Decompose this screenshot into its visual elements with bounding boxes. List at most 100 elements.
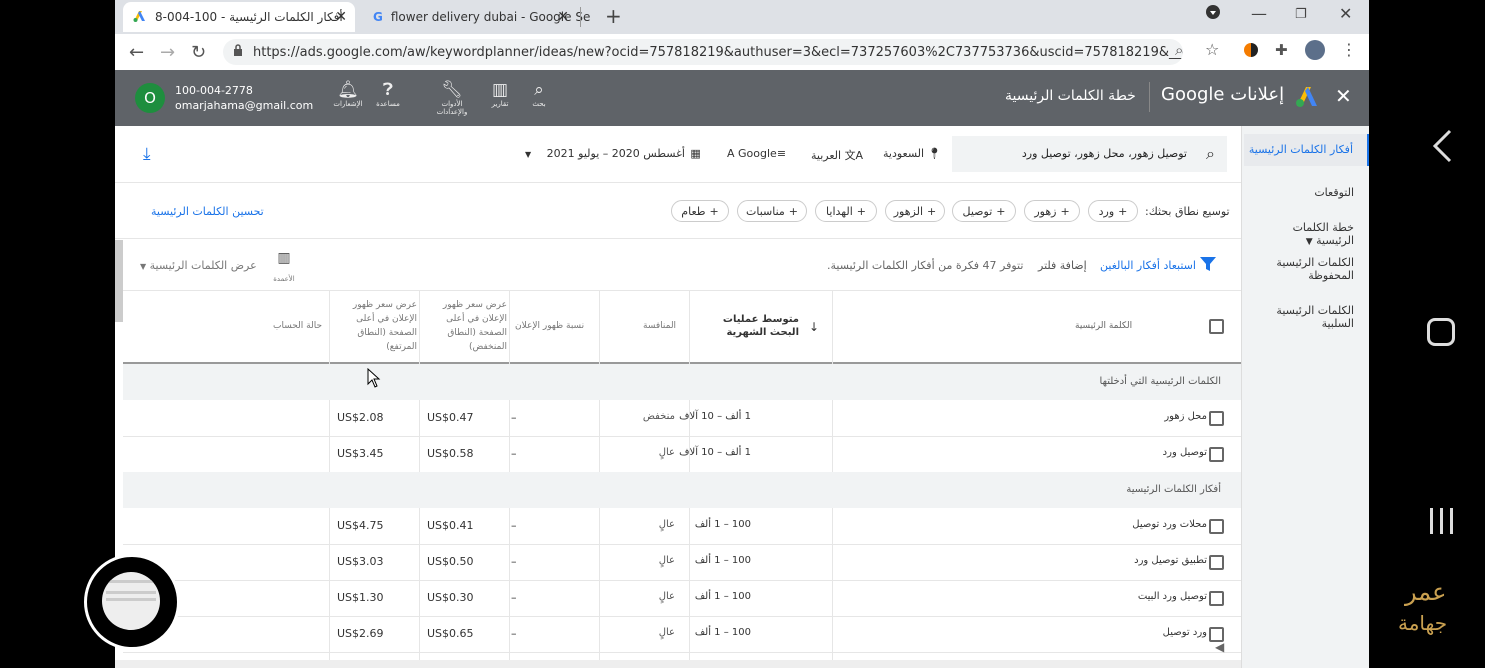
broaden-chip[interactable]: + طعام (671, 200, 729, 222)
col-header-impression-share[interactable]: نسبة ظهور الإعلان (515, 321, 584, 331)
android-recents-icon[interactable] (1427, 506, 1457, 540)
sort-arrow-icon[interactable]: ↓ (809, 320, 819, 334)
searches-cell: 100 – 1 ألف (694, 627, 751, 638)
scroll-left-arrow-icon[interactable]: ◀ (1215, 640, 1224, 654)
row-checkbox[interactable] (1209, 519, 1224, 534)
row-checkbox[interactable] (1209, 591, 1224, 606)
sidebar-item-ideas[interactable]: أفكار الكلمات الرئيسية (1244, 134, 1369, 166)
col-header-bid-high[interactable]: عرض سعر ظهور الإعلان في أعلى الصفحة (الن… (337, 298, 417, 354)
calendar-icon: ▦ (690, 147, 701, 160)
view-keywords-dropdown[interactable]: عرض الكلمات الرئيسية ▼ (140, 259, 257, 272)
column-divider (509, 290, 510, 364)
broaden-chip[interactable]: + ورد (1088, 200, 1138, 222)
close-tab-icon[interactable]: ✕ (557, 9, 569, 25)
refine-keywords-link[interactable]: تحسين الكلمات الرئيسية (151, 205, 264, 218)
menu-kebab-icon[interactable]: ⋮ (1341, 40, 1357, 59)
translate-icon: 文A (844, 149, 864, 162)
table-row[interactable]: توصيل ورد البيت 100 – 1 ألف عالٍ – US$0.… (123, 580, 1241, 616)
horizontal-scrollbar[interactable] (115, 660, 1241, 668)
reload-icon[interactable]: ↻ (191, 42, 206, 63)
bid-high-cell: US$2.69 (337, 627, 384, 640)
columns-button[interactable]: ▥ الأعمدة (273, 250, 295, 285)
section-header: الكلمات الرئيسية التي أدخلتها (123, 364, 1241, 400)
col-header-account-status[interactable]: حالة الحساب (273, 321, 322, 331)
broaden-chip[interactable]: + الزهور (885, 200, 945, 222)
account-avatar[interactable]: O (135, 83, 165, 113)
url-input[interactable]: https://ads.google.com/aw/keywordplanner… (223, 39, 1183, 65)
search-button[interactable]: ⌕ بحث (525, 80, 553, 108)
sidebar-item-saved[interactable]: الكلمات الرئيسية المحفوظة (1254, 256, 1354, 282)
brand-name: إعلانات Google (1161, 84, 1285, 105)
close-planner-icon[interactable]: ✕ (1335, 84, 1352, 108)
bookmark-star-icon[interactable]: ☆ (1205, 40, 1219, 59)
zoom-icon[interactable]: ⌕ (1175, 41, 1183, 59)
sidebar-item-negative[interactable]: الكلمات الرئيسية السلبية (1254, 304, 1354, 330)
media-icon[interactable] (1205, 4, 1221, 24)
location-filter[interactable]: 📍︎ السعودية (883, 147, 942, 160)
add-filter-button[interactable]: إضافة فلتر (1038, 259, 1087, 272)
tools-label: الأدوات والإعدادات (436, 100, 468, 116)
select-all-checkbox[interactable] (1209, 319, 1224, 334)
divider (115, 238, 1241, 239)
sidebar-item-plan[interactable]: خطة الكلمات الرئيسية ▼ (1254, 221, 1354, 249)
col-header-bid-low[interactable]: عرض سعر ظهور الإعلان في أعلى الصفحة (الن… (427, 298, 507, 354)
search-query: توصيل زهور، محل زهور، توصيل ورد (1021, 147, 1187, 160)
bid-high-cell: US$1.30 (337, 591, 384, 604)
broaden-chip[interactable]: + الهدايا (815, 200, 877, 222)
puzzle-icon[interactable]: ✚ (1275, 41, 1288, 59)
date-range-filter[interactable]: ▼ أغسطس 2020 – يوليو 2021 ▦ (525, 147, 701, 160)
back-icon[interactable]: ← (129, 42, 144, 63)
plus-icon: + (1118, 204, 1128, 218)
table-row[interactable]: محل زهور 1 ألف – 10 آلاف منخفض – US$0.47… (123, 400, 1241, 436)
android-back-icon[interactable] (1430, 128, 1454, 168)
download-icon[interactable]: ⤓ (143, 144, 151, 164)
exclude-adult-link[interactable]: استبعاد أفكار البالغين (1100, 259, 1196, 272)
table-row[interactable]: محلات ورد توصيل 100 – 1 ألف عالٍ – US$0.… (123, 508, 1241, 544)
col-header-keyword[interactable]: الكلمة الرئيسية (1075, 321, 1132, 331)
plus-icon: + (709, 204, 719, 218)
profile-avatar[interactable] (1305, 40, 1325, 60)
reports-button[interactable]: ▥ تقارير (486, 80, 514, 108)
column-divider (329, 508, 330, 668)
close-window-icon[interactable]: ✕ (1339, 4, 1352, 23)
extension-icon[interactable] (1244, 43, 1258, 57)
ads-header: O 100-004-2778 omarjahama@gmail.com 🔔︎ ا… (115, 70, 1369, 126)
sidebar-item-forecasts[interactable]: التوقعات (1254, 186, 1354, 199)
lock-icon (233, 44, 243, 60)
forward-icon[interactable]: → (160, 42, 175, 63)
broaden-chip[interactable]: + مناسبات (737, 200, 807, 222)
close-tab-icon[interactable]: ✕ (335, 9, 347, 25)
row-checkbox[interactable] (1209, 411, 1224, 426)
competition-cell: عالٍ (658, 447, 675, 458)
tab-keyword-planner[interactable]: أفكار الكلمات الرئيسية - 100-004-8 ✕ (123, 2, 355, 32)
share-cell: – (511, 591, 517, 604)
help-button[interactable]: ❓︎ مساعدة (373, 80, 403, 108)
notifications-button[interactable]: 🔔︎ الإشعارات (331, 80, 365, 108)
table-row[interactable]: تطبيق توصيل ورد 100 – 1 ألف عالٍ – US$0.… (123, 544, 1241, 580)
new-tab-icon[interactable]: + (605, 4, 622, 28)
row-checkbox[interactable] (1209, 447, 1224, 462)
table-row[interactable]: توصيل ورد 1 ألف – 10 آلاف عالٍ – US$0.58… (123, 436, 1241, 472)
language-filter[interactable]: 文A العربية (811, 147, 863, 163)
tools-button[interactable]: 🔧︎ الأدوات والإعدادات (433, 80, 471, 116)
col-header-competition[interactable]: المنافسة (643, 321, 676, 331)
location-label: السعودية (883, 147, 925, 160)
tab-google-search[interactable]: G flower delivery dubai - Google Se ✕ (363, 2, 591, 32)
network-filter[interactable]: ≡A Google (727, 147, 786, 160)
filter-funnel-icon[interactable] (1200, 256, 1216, 275)
keyword-search-box[interactable]: ⌕ توصيل زهور، محل زهور، توصيل ورد (952, 136, 1227, 172)
scrollbar-left[interactable] (115, 240, 123, 322)
broaden-chip[interactable]: + زهور (1024, 200, 1080, 222)
col-header-avg-searches[interactable]: متوسط عمليات البحث الشهرية (719, 313, 799, 339)
bid-high-cell: US$3.03 (337, 555, 384, 568)
minimize-icon[interactable]: — (1251, 4, 1267, 23)
broaden-chip[interactable]: + توصيل (952, 200, 1016, 222)
restore-icon[interactable]: ❐ (1295, 7, 1307, 22)
android-home-icon[interactable] (1427, 318, 1455, 346)
bar-chart-icon: ▥ (491, 80, 509, 100)
column-divider (419, 290, 420, 364)
searches-cell: 100 – 1 ألف (694, 519, 751, 530)
table-row[interactable]: ورد توصيل 100 – 1 ألف عالٍ – US$0.65 US$… (123, 616, 1241, 652)
row-checkbox[interactable] (1209, 555, 1224, 570)
signature-line-1: عمر (1405, 578, 1447, 606)
